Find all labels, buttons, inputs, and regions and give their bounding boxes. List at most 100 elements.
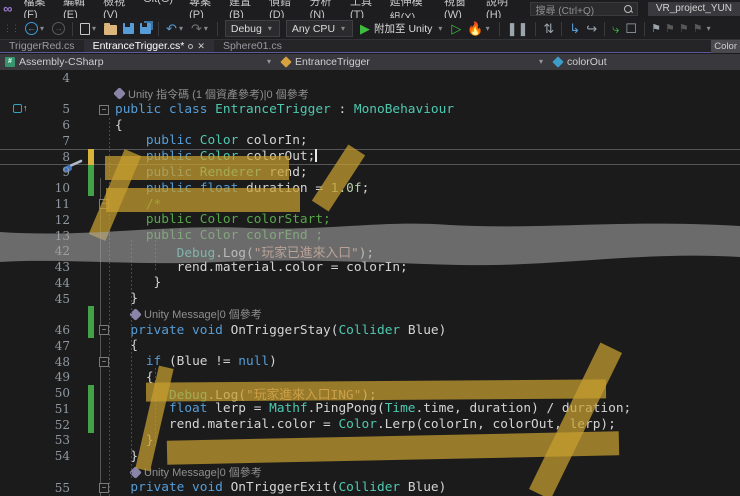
- code-text[interactable]: rend.material.color = Color.Lerp(colorIn…: [115, 417, 740, 432]
- code-text[interactable]: {: [115, 338, 740, 353]
- save-all-button[interactable]: [137, 19, 154, 39]
- glyph-margin[interactable]: [0, 306, 40, 322]
- code-line[interactable]: 54 }: [0, 448, 740, 464]
- code-line[interactable]: 51 float lerp = Mathf.PingPong(Time.time…: [0, 401, 740, 417]
- glyph-margin[interactable]: [0, 464, 40, 480]
- codelens-link[interactable]: Unity Message|0 個參考: [115, 306, 740, 322]
- code-line[interactable]: 43 rend.material.color = colorIn;: [0, 259, 740, 275]
- code-text[interactable]: private void OnTriggerExit(Collider Blue…: [115, 480, 740, 495]
- code-line[interactable]: 45 }: [0, 291, 740, 307]
- code-line[interactable]: 8 public Color colorOut;: [0, 148, 740, 173]
- code-text[interactable]: public Color colorIn;: [115, 133, 740, 148]
- glyph-margin[interactable]: [0, 70, 40, 86]
- glyph-margin[interactable]: [0, 212, 40, 228]
- code-line[interactable]: 52 rend.material.color = Color.Lerp(colo…: [0, 416, 740, 433]
- clear-bookmarks-button[interactable]: ⚑: [693, 22, 703, 35]
- fold-toggle[interactable]: −: [99, 199, 109, 210]
- glyph-margin[interactable]: [0, 338, 40, 354]
- fold-toggle[interactable]: −: [99, 325, 109, 336]
- inheritance-indicator-icon[interactable]: ↑: [13, 103, 28, 113]
- breadcrumb-project-dropdown[interactable]: # Assembly-CSharp ▾: [0, 54, 276, 71]
- glyph-margin[interactable]: [0, 228, 40, 244]
- code-text[interactable]: public class EntranceTrigger : MonoBehav…: [115, 102, 740, 117]
- code-line[interactable]: 6{: [0, 117, 740, 133]
- code-text[interactable]: public Color colorStart;: [115, 212, 740, 227]
- navigate-back-button[interactable]: ← ▾: [22, 19, 49, 39]
- redo-button[interactable]: ↷ ▾: [188, 19, 213, 39]
- code-line[interactable]: 10 public float duration = 1.0f;: [0, 180, 740, 197]
- attach-to-unity-button[interactable]: ▶ 附加至 Unity ▾: [356, 21, 448, 36]
- glyph-margin[interactable]: [0, 86, 40, 102]
- glyph-margin[interactable]: [0, 291, 40, 307]
- glyph-margin[interactable]: [0, 385, 40, 401]
- glyph-margin[interactable]: [0, 448, 40, 464]
- glyph-margin[interactable]: [0, 433, 40, 449]
- breadcrumb-type-dropdown[interactable]: EntranceTrigger ▾: [276, 54, 548, 71]
- undo-button[interactable]: ↶ ▾: [163, 19, 188, 39]
- glyph-margin[interactable]: [0, 275, 40, 291]
- start-without-debugging-button[interactable]: ▷: [448, 19, 464, 39]
- code-line[interactable]: 11 − /*: [0, 196, 740, 212]
- glyph-margin[interactable]: [0, 196, 40, 212]
- code-text[interactable]: private void OnTriggerStay(Collider Blue…: [115, 323, 740, 338]
- next-bookmark-button[interactable]: ⚑: [679, 22, 689, 35]
- glyph-margin[interactable]: [0, 354, 40, 370]
- code-text[interactable]: {: [115, 118, 740, 133]
- code-line[interactable]: 7 public Color colorIn;: [0, 133, 740, 149]
- codelens-link[interactable]: Unity Message|0 個參考: [115, 464, 740, 480]
- new-file-button[interactable]: ▾: [77, 19, 101, 39]
- code-text[interactable]: if (Blue != null): [115, 354, 740, 369]
- code-text[interactable]: public Renderer rend;: [115, 165, 740, 180]
- code-line[interactable]: 12 public Color colorStart;: [0, 212, 740, 228]
- code-line[interactable]: 4: [0, 70, 740, 86]
- glyph-margin[interactable]: [0, 149, 40, 165]
- glyph-margin[interactable]: [0, 401, 40, 417]
- open-file-button[interactable]: [101, 19, 120, 39]
- glyph-margin[interactable]: [0, 165, 40, 181]
- code-text[interactable]: }: [115, 291, 740, 306]
- project-name-button[interactable]: VR_project_YUN: [647, 2, 740, 16]
- close-icon[interactable]: ✕: [197, 41, 205, 51]
- glyph-margin[interactable]: [0, 480, 40, 496]
- glyph-margin[interactable]: ↑: [0, 102, 40, 118]
- code-line[interactable]: 55 − private void OnTriggerExit(Collider …: [0, 480, 740, 496]
- navigate-to-button[interactable]: ☐: [622, 19, 640, 39]
- fold-toggle[interactable]: −: [99, 104, 109, 115]
- code-line[interactable]: 47 {: [0, 338, 740, 354]
- break-all-button[interactable]: ❚❚: [504, 19, 532, 39]
- glyph-margin[interactable]: [0, 180, 40, 196]
- code-line[interactable]: 48 − if (Blue != null): [0, 354, 740, 370]
- code-text[interactable]: float lerp = Mathf.PingPong(Time.time, d…: [115, 401, 740, 416]
- toggle-bookmark-button[interactable]: ⚑: [651, 22, 661, 35]
- code-text[interactable]: }: [115, 449, 740, 464]
- platform-dropdown[interactable]: Any CPU ▾: [285, 20, 354, 37]
- toolbar-grip[interactable]: ⋮⋮: [3, 23, 20, 34]
- glyph-margin[interactable]: [0, 370, 40, 386]
- glyph-margin[interactable]: [0, 417, 40, 433]
- hot-reload-button[interactable]: 🔥 ▾: [464, 19, 494, 39]
- step-over-button[interactable]: ↪: [583, 19, 600, 39]
- code-text[interactable]: {: [115, 370, 740, 385]
- search-input[interactable]: 搜尋 (Ctrl+Q): [530, 2, 638, 17]
- tab-triggerredcs[interactable]: TriggerRed.cs: [0, 40, 84, 52]
- codelens-row[interactable]: Unity Message|0 個參考: [0, 306, 740, 323]
- glyph-margin[interactable]: [0, 259, 40, 275]
- code-text[interactable]: rend.material.color = colorIn;: [115, 260, 740, 275]
- pin-icon[interactable]: [188, 43, 194, 49]
- fold-toggle[interactable]: −: [99, 356, 109, 367]
- toolbar-overflow-caret[interactable]: ▾: [707, 24, 711, 33]
- code-text[interactable]: Debug.Log("玩家進來入口ING");: [115, 384, 740, 403]
- solution-config-dropdown[interactable]: Debug ▾: [224, 20, 280, 37]
- code-text[interactable]: public float duration = 1.0f;: [115, 181, 740, 196]
- codelens-link[interactable]: Unity 指令碼 (1 個資產參考)|0 個參考: [113, 86, 740, 102]
- tab-sphere01cs[interactable]: Sphere01.cs: [214, 40, 291, 52]
- code-text[interactable]: /*: [115, 197, 740, 212]
- find-in-files-button[interactable]: ⤷: [609, 19, 622, 39]
- fold-toggle[interactable]: −: [99, 482, 109, 493]
- codelens-row[interactable]: Unity Message|0 個參考: [0, 464, 740, 480]
- tab-entrancetriggercs[interactable]: EntranceTrigger.cs* ✕: [83, 40, 214, 52]
- glyph-margin[interactable]: [0, 133, 40, 149]
- glyph-margin[interactable]: [0, 243, 40, 259]
- glyph-margin[interactable]: [0, 117, 40, 133]
- code-editor[interactable]: 4 Unity 指令碼 (1 個資產參考)|0 個參考 ↑ 5− public clas…: [0, 70, 740, 496]
